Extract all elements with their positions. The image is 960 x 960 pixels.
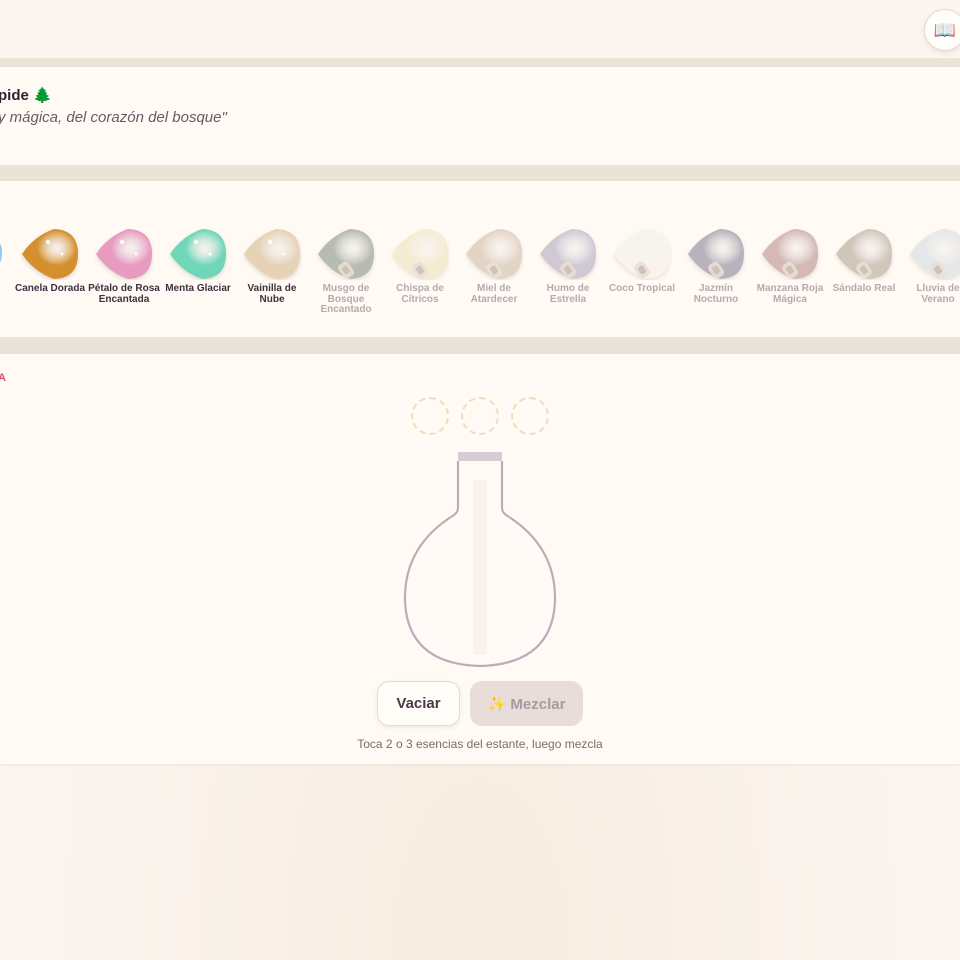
essence-item[interactable]: Musgo de Bosque Encantado [309, 228, 383, 318]
book-icon[interactable]: 📖 [924, 9, 960, 51]
divider [0, 165, 960, 181]
divider [0, 59, 960, 67]
essence-item[interactable]: Coco Tropical [605, 228, 679, 318]
essence-label: Sándalo Real [832, 283, 896, 294]
mix-button[interactable]: ✨ Mezclar [470, 681, 583, 726]
recipe-title: pide 🌲 [0, 87, 52, 104]
essence-label: Canela Dorada [14, 283, 86, 294]
essence-drop-icon [316, 228, 376, 280]
essence-item[interactable]: Sándalo Real [827, 228, 901, 318]
divider [0, 337, 960, 354]
essence-item[interactable]: Canela Dorada [13, 228, 87, 318]
essence-item[interactable]: Lluvia de Verano [901, 228, 960, 318]
essence-item[interactable]: Miel de Atardecer [457, 228, 531, 318]
essence-label: Lluvia de Verano [916, 283, 960, 305]
essence-label: Humo de Estrella [546, 283, 590, 305]
recipe-quote: y mágica, del corazón del bosque" [0, 109, 227, 126]
top-bar [0, 0, 960, 59]
ingredient-slot[interactable] [461, 397, 499, 435]
essence-drop-icon [20, 228, 80, 280]
mixing-label: A [0, 372, 7, 384]
ingredient-slot[interactable] [411, 397, 449, 435]
essence-drop-icon [242, 228, 302, 280]
essence-drop-icon [760, 228, 820, 280]
essence-item[interactable]: Jazmín Nocturno [679, 228, 753, 318]
essence-label: Jazmín Nocturno [693, 283, 739, 305]
essence-label: Chispa de Cítricos [396, 283, 444, 305]
essence-label: Miel de Atardecer [470, 283, 518, 305]
essence-label: Vainilla de Nube [247, 283, 297, 305]
essence-drop-icon [390, 228, 450, 280]
essence-label: Pétalo de Rosa Encantada [88, 283, 160, 305]
essence-label: Coco Tropical [608, 283, 676, 294]
essence-drop-icon [94, 228, 154, 280]
essence-drop-icon [612, 228, 672, 280]
essence-label: Musgo de Bosque Encantado [320, 283, 372, 315]
essence-label: Manzana Roja Mágica [756, 283, 824, 305]
essence-drop-icon [538, 228, 598, 280]
essence-item[interactable]: Humo de Estrella [531, 228, 605, 318]
empty-button[interactable]: Vaciar [377, 681, 460, 726]
essence-item[interactable]: Chispa de Cítricos [383, 228, 457, 318]
essence-item[interactable]: Vainilla de Nube [235, 228, 309, 318]
essence-label: Menta Glaciar [165, 283, 231, 294]
essence-drop-icon [168, 228, 228, 280]
essence-drop-icon [686, 228, 746, 280]
essence-drop-icon [908, 228, 960, 280]
essence-drop-icon [834, 228, 894, 280]
flask-icon [403, 452, 557, 668]
essence-item[interactable]: Manzana Roja Mágica [753, 228, 827, 318]
essence-item[interactable]: Pétalo de Rosa Encantada [87, 228, 161, 318]
essence-item[interactable]: Menta Glaciar [161, 228, 235, 318]
ingredient-slot[interactable] [511, 397, 549, 435]
essence-drop-icon [464, 228, 524, 280]
mixing-hint: Toca 2 o 3 esencias del estante, luego m… [357, 737, 603, 751]
